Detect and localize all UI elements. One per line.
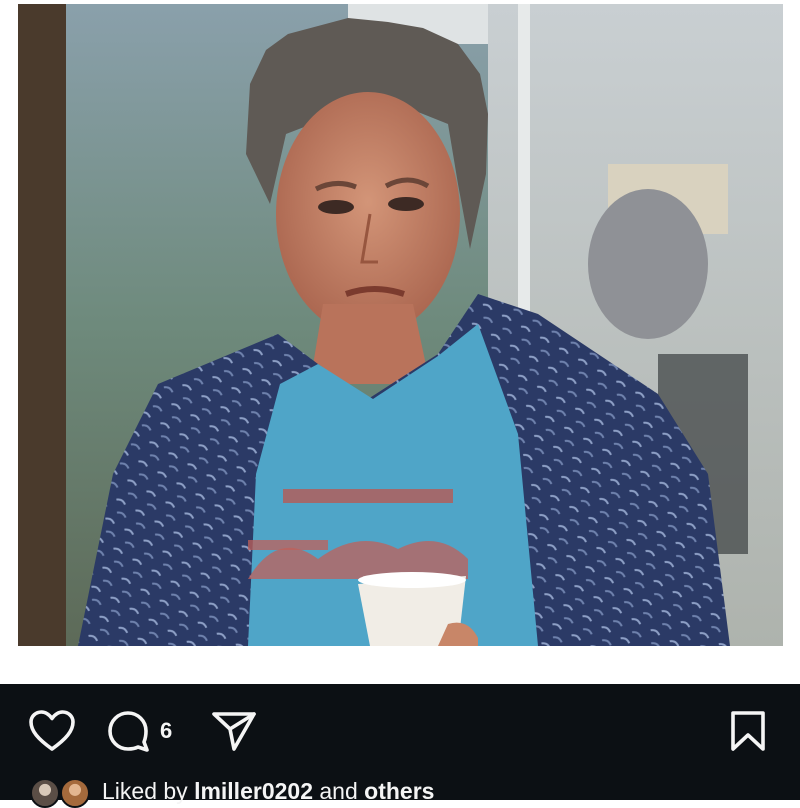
heart-outline-icon (29, 710, 75, 751)
post-media (0, 0, 800, 684)
share-button[interactable] (208, 708, 260, 754)
avatar (60, 778, 90, 808)
bookmark-icon (731, 711, 765, 751)
post-action-bar: 6 Liked by lmiller0202 and others (0, 684, 800, 808)
post-photo-illustration (18, 4, 783, 646)
comment-count: 6 (160, 718, 173, 743)
comment-button[interactable]: 6 (106, 708, 190, 754)
like-button[interactable] (26, 708, 78, 754)
likes-text: Liked by lmiller0202 and others (102, 778, 434, 805)
paper-plane-icon (212, 712, 256, 751)
liker-avatars (30, 776, 96, 808)
save-button[interactable] (724, 708, 772, 754)
avatar (30, 778, 60, 808)
likes-summary[interactable]: Liked by lmiller0202 and others (30, 776, 434, 808)
post-photo[interactable] (18, 4, 783, 646)
comment-bubble-icon (108, 711, 149, 752)
